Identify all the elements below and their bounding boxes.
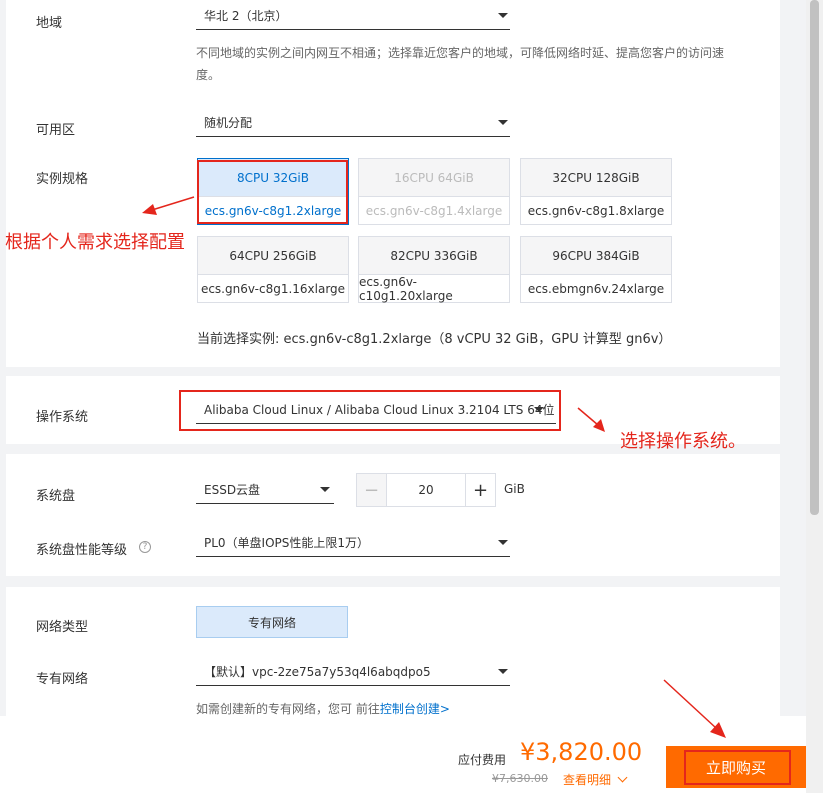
scrollbar-thumb[interactable] xyxy=(810,0,819,515)
current-spec-text: 当前选择实例: ecs.gn6v-c8g1.2xlarge（8 vCPU 32 … xyxy=(197,332,672,347)
help-icon[interactable]: ? xyxy=(139,541,151,553)
chevron-down-icon xyxy=(320,487,330,492)
disk-perf-select[interactable]: PL0（单盘IOPS性能上限1万） xyxy=(196,529,510,557)
spec-option-type: ecs.gn6v-c8g1.16xlarge xyxy=(200,282,346,296)
region-select[interactable]: 华北 2（北京） xyxy=(196,2,510,30)
decrease-button[interactable]: − xyxy=(357,474,387,506)
vpc-select[interactable]: 【默认】vpc-2ze75a7y53q4l6abqdpo5 xyxy=(196,658,510,686)
arrow-icon xyxy=(142,196,195,215)
buy-now-button[interactable]: 立即购买 xyxy=(666,746,806,788)
chevron-down-icon xyxy=(498,669,508,674)
disk-type-select[interactable]: ESSD云盘 xyxy=(196,476,334,504)
spec-option-1[interactable]: 8CPU 32GiB ecs.gn6v-c8g1.2xlarge xyxy=(197,158,349,225)
disk-perf-value: PL0（单盘IOPS性能上限1万） xyxy=(204,536,370,550)
chevron-down-icon xyxy=(498,120,508,125)
spec-option-type: ecs.gn6v-c8g1.2xlarge xyxy=(204,204,342,218)
spec-label: 实例规格 xyxy=(36,172,89,187)
region-select-value: 华北 2（北京） xyxy=(204,9,288,23)
arrow-icon xyxy=(663,679,726,738)
spec-option-type: ecs.gn6v-c8g1.4xlarge xyxy=(365,204,503,218)
spec-option-2[interactable]: 16CPU 64GiB ecs.gn6v-c8g1.4xlarge xyxy=(358,158,510,225)
spec-option-cpu: 64CPU 256GiB xyxy=(198,237,348,275)
zone-select-value: 随机分配 xyxy=(204,116,253,130)
spec-option-cpu: 82CPU 336GiB xyxy=(359,237,509,275)
page-scrollbar[interactable] xyxy=(806,0,823,793)
vpc-label: 专有网络 xyxy=(36,672,89,687)
chevron-down-icon xyxy=(498,540,508,545)
console-create-link[interactable]: 控制台创建> xyxy=(380,702,450,716)
chevron-down-icon xyxy=(534,407,544,412)
spec-option-6[interactable]: 96CPU 384GiB ecs.ebmgn6v.24xlarge xyxy=(520,236,672,303)
zone-select[interactable]: 随机分配 xyxy=(196,109,510,137)
os-select[interactable]: Alibaba Cloud Linux / Alibaba Cloud Linu… xyxy=(196,396,556,424)
disk-label: 系统盘 xyxy=(36,489,76,504)
spec-option-cpu: 96CPU 384GiB xyxy=(521,237,671,275)
spec-annotation: 根据个人需求选择配置 xyxy=(5,232,185,253)
disk-size-stepper: − 20 + xyxy=(356,473,496,507)
region-label: 地域 xyxy=(36,16,63,31)
original-price: ¥7,630.00 xyxy=(492,772,548,785)
chevron-down-icon xyxy=(617,772,628,783)
os-label: 操作系统 xyxy=(36,410,89,425)
spec-option-type: ecs.gn6v-c10g1.20xlarge xyxy=(359,275,453,303)
view-detail-link[interactable]: 查看明细 xyxy=(563,771,628,788)
spec-option-type: ecs.gn6v-c8g1.8xlarge xyxy=(527,204,665,218)
price: ¥3,820.00 xyxy=(520,738,643,766)
spec-option-cpu: 32CPU 128GiB xyxy=(521,159,671,197)
disk-unit: GiB xyxy=(504,482,525,496)
spec-option-cpu: 8CPU 32GiB xyxy=(198,159,348,197)
zone-label: 可用区 xyxy=(36,123,76,138)
arrow-icon xyxy=(577,407,605,432)
disk-size-input[interactable]: 20 xyxy=(387,474,465,506)
increase-button[interactable]: + xyxy=(465,474,495,506)
region-hint: 不同地域的实例之间内网互不相通；选择靠近您客户的地域，可降低网络时延、提高您客户… xyxy=(196,46,725,82)
spec-option-3[interactable]: 32CPU 128GiB ecs.gn6v-c8g1.8xlarge xyxy=(520,158,672,225)
spec-option-cpu: 16CPU 64GiB xyxy=(359,159,509,197)
fee-label: 应付费用 xyxy=(458,753,507,767)
disk-perf-label: 系统盘性能等级 xyxy=(36,543,128,558)
os-annotation: 选择操作系统。 xyxy=(620,431,746,452)
chevron-down-icon xyxy=(498,13,508,18)
disk-type-value: ESSD云盘 xyxy=(204,483,261,497)
network-type-label: 网络类型 xyxy=(36,620,89,635)
spec-option-4[interactable]: 64CPU 256GiB ecs.gn6v-c8g1.16xlarge xyxy=(197,236,349,303)
network-type-option[interactable]: 专有网络 xyxy=(196,606,348,638)
spec-option-5[interactable]: 82CPU 336GiB ecs.gn6v-c10g1.20xlarge xyxy=(358,236,510,303)
vpc-select-value: 【默认】vpc-2ze75a7y53q4l6abqdpo5 xyxy=(204,665,431,679)
spec-option-type: ecs.ebmgn6v.24xlarge xyxy=(527,282,665,296)
vpc-hint-text: 如需创建新的专有网络，您可 前往 xyxy=(196,702,380,716)
view-detail-label: 查看明细 xyxy=(563,773,612,787)
os-select-value: Alibaba Cloud Linux / Alibaba Cloud Linu… xyxy=(204,403,555,417)
